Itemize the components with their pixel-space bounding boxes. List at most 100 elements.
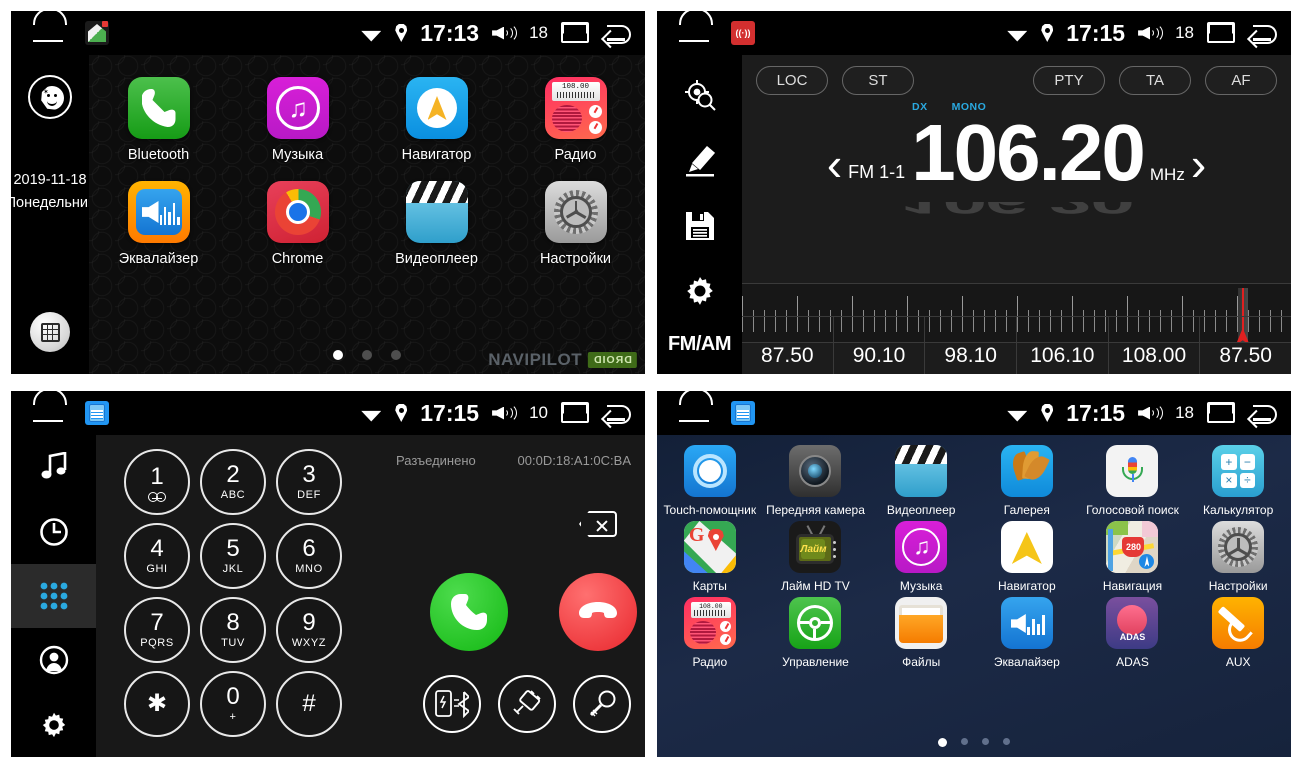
app-label: Навигатор [997,579,1056,593]
home-app-icon[interactable] [85,21,109,45]
app-files[interactable]: Файлы [869,597,974,669]
call-end-button[interactable] [559,573,637,651]
app-settings[interactable]: Настройки [1186,521,1291,593]
key-2[interactable]: 2 ABC [200,449,266,515]
app-navigation[interactable]: 280 Навигация [1080,521,1185,593]
app-radio[interactable]: 108.00 Радио [516,77,636,163]
key-1[interactable]: 1 [124,449,190,515]
home-icon[interactable] [33,24,63,43]
ta-button[interactable]: TA [1119,66,1191,95]
app-maps[interactable]: G Карты [657,521,762,593]
app-label: Передняя камера [766,503,865,517]
backspace-button[interactable] [579,511,619,539]
equalizer-icon [1000,597,1053,649]
key-6[interactable]: 6 MNO [276,523,342,589]
preset-button[interactable]: 108.00 [1108,316,1201,374]
app-label: AUX [1225,655,1251,669]
preset-button[interactable]: 87.50 [1200,316,1291,374]
scan-icon[interactable] [677,73,723,119]
app-chrome[interactable]: Chrome [238,181,358,267]
key-number: 8 [226,609,240,636]
app-aux[interactable]: AUX [1186,597,1291,669]
app-radio[interactable]: 108.00 Радио [657,597,762,669]
preset-button[interactable]: 98.10 [925,316,1018,374]
sidebar-item-settings[interactable] [11,693,96,757]
app-touch-assistant[interactable]: Touch-помощник [657,445,762,517]
home-icon[interactable] [679,404,709,423]
sidebar-item-contacts[interactable] [11,628,96,692]
app-lime-tv[interactable]: Лайм Лайм HD TV [763,521,868,593]
key-0[interactable]: 0 + [200,671,266,737]
key-5[interactable]: 5 JKL [200,523,266,589]
fm-am-button[interactable]: FM/AM [668,333,732,356]
key-number: 5 [226,535,240,562]
preset-button[interactable]: 90.10 [833,316,926,374]
key-star[interactable]: ✱ [124,671,190,737]
bluetooth-sync-icon[interactable] [423,675,481,733]
app-gallery[interactable]: Галерея [974,445,1079,517]
key-4[interactable]: 4 GHI [124,523,190,589]
app-adas[interactable]: ADAS ADAS [1080,597,1185,669]
recents-icon[interactable] [1207,22,1235,43]
app-navigator[interactable]: Навигатор [974,521,1079,593]
key-3[interactable]: 3 DEF [276,449,342,515]
back-icon[interactable] [1247,403,1277,424]
grid-apps-icon[interactable] [30,312,70,352]
chevron-right-icon[interactable]: › [1191,141,1206,187]
app-steering-control[interactable]: Управление [763,597,868,669]
gallery-icon [1000,445,1053,497]
navigator-icon [1000,521,1053,573]
pty-button[interactable]: PTY [1033,66,1105,95]
app-navigator[interactable]: Навигатор [377,77,497,163]
disconnect-plug-icon[interactable] [498,675,556,733]
moon-icon[interactable]: ✶ [28,75,72,119]
loc-button[interactable]: LOC [756,66,828,95]
preset-button[interactable]: 87.50 [742,316,834,374]
key-9[interactable]: 9 WXYZ [276,597,342,663]
phone-app-icon[interactable] [85,401,109,425]
save-floppy-icon[interactable] [677,203,723,249]
back-icon[interactable] [601,23,631,44]
af-button[interactable]: AF [1205,66,1277,95]
app-equalizer[interactable]: Эквалайзер [974,597,1079,669]
back-icon[interactable] [1247,23,1277,44]
preset-button[interactable]: 106.10 [1017,316,1109,374]
sidebar-item-keypad[interactable] [11,563,96,629]
app-settings[interactable]: Настройки [516,181,636,267]
call-answer-button[interactable] [430,573,508,651]
app-calculator[interactable]: + − × ÷ Калькулятор [1186,445,1291,517]
app-music[interactable]: ♫ Музыка [238,77,358,163]
app-label: Настройки [1208,579,1268,593]
location-pin-icon [1041,24,1054,42]
app-video-player[interactable]: Видеоплеер [377,181,497,267]
recents-icon[interactable] [561,402,589,423]
edit-pen-icon[interactable] [677,138,723,184]
phone-app-icon[interactable] [731,401,755,425]
key-hash[interactable]: # [276,671,342,737]
app-voice-search[interactable]: Голосовой поиск [1080,445,1185,517]
sidebar-item-history[interactable] [11,499,96,563]
st-button[interactable]: ST [842,66,914,95]
voice-search-icon[interactable] [573,675,631,733]
home-icon[interactable] [679,24,709,43]
volume-icon [1138,403,1164,423]
radio-app-icon[interactable] [731,21,755,45]
back-icon[interactable] [601,403,631,424]
app-front-camera[interactable]: Передняя камера [763,445,868,517]
sidebar-item-music[interactable] [11,435,96,499]
key-8[interactable]: 8 TUV [200,597,266,663]
recents-icon[interactable] [561,22,589,43]
volume-icon [492,403,518,423]
page-indicator[interactable] [657,738,1291,747]
app-equalizer[interactable]: Эквалайзер [99,181,219,267]
key-7[interactable]: 7 PQRS [124,597,190,663]
home-icon[interactable] [33,404,63,423]
app-bluetooth[interactable]: Bluetooth [99,77,219,163]
chevron-left-icon[interactable]: ‹ [827,141,842,187]
app-label: Голосовой поиск [1086,503,1179,517]
gear-icon[interactable] [677,268,723,314]
app-video-player[interactable]: Видеоплеер [869,445,974,517]
app-music[interactable]: ♫ Музыка [869,521,974,593]
recents-icon[interactable] [1207,402,1235,423]
app-label: Файлы [902,655,941,669]
